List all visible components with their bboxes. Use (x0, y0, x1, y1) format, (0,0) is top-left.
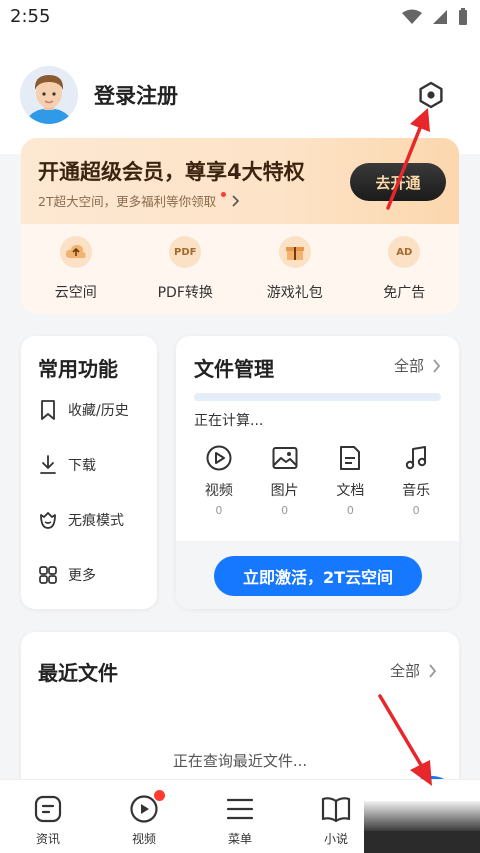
cloud-upload-icon (59, 236, 92, 268)
download-icon (40, 455, 56, 474)
more-item[interactable]: 更多 (38, 564, 96, 586)
tab-label: 视频 (131, 832, 156, 846)
category-count: 0 (281, 504, 289, 517)
vip-benefits: 云空间 PDF PDF转换 游戏礼包 AD 免广告 (21, 236, 459, 306)
file-management-card: 文件管理 全部 正在计算... 视频 0 图片 0 文档 0 音乐 0 立即激活… (176, 336, 459, 609)
benefit-label: 免广告 (383, 285, 426, 301)
benefit-label: PDF转换 (157, 285, 213, 301)
all-label: 全部 (393, 357, 424, 375)
news-icon (34, 795, 62, 823)
chevron-right-icon (433, 358, 441, 373)
benefit-pdf-convert[interactable]: PDF PDF转换 (131, 236, 241, 306)
image-icon (272, 447, 298, 469)
category-label: 图片 (270, 483, 299, 499)
tab-menu[interactable]: 菜单 (192, 780, 288, 853)
benefit-no-ads[interactable]: AD 免广告 (350, 236, 460, 306)
notification-dot (154, 790, 165, 801)
recent-loading-text: 正在查询最近文件... (172, 752, 308, 770)
avatar[interactable] (20, 66, 78, 124)
vip-subtitle-text: 2T超大空间，更多福利等你领取 (38, 194, 217, 209)
battery-icon (459, 8, 467, 25)
wifi-icon (402, 9, 422, 24)
category-image[interactable]: 图片 0 (260, 444, 310, 517)
benefit-label: 云空间 (54, 285, 97, 301)
pdf-icon: PDF (169, 236, 202, 268)
vip-subtitle[interactable]: 2T超大空间，更多福利等你领取 (38, 191, 240, 210)
benefit-cloud-space[interactable]: 云空间 (21, 236, 131, 306)
open-vip-button[interactable]: 去开通 (350, 163, 446, 201)
storage-status: 正在计算... (194, 413, 264, 429)
chevron-right-icon (429, 663, 437, 678)
document-icon (340, 446, 361, 470)
notification-dot (221, 192, 227, 197)
item-label: 更多 (68, 568, 96, 584)
book-icon (321, 797, 351, 823)
gift-icon (278, 236, 311, 268)
file-categories: 视频 0 图片 0 文档 0 音乐 0 (176, 444, 459, 517)
settings-icon[interactable] (416, 80, 446, 110)
category-label: 文档 (336, 483, 365, 499)
status-bar: 2:55 (0, 0, 480, 34)
avatar-icon (20, 66, 78, 124)
common-functions-title: 常用功能 (38, 357, 118, 381)
item-label: 无痕模式 (68, 513, 124, 529)
tab-label: 菜单 (227, 832, 252, 846)
ad-icon: AD (388, 236, 421, 268)
menu-icon (226, 798, 254, 820)
overlay-strip (364, 801, 480, 853)
category-document[interactable]: 文档 0 (325, 444, 375, 517)
activate-cloud-button[interactable]: 立即激活，2T云空间 (214, 556, 422, 596)
vip-title: 开通超级会员，尊享4大特权 (38, 160, 305, 184)
category-count: 0 (412, 504, 420, 517)
video-icon (206, 445, 232, 471)
music-icon (405, 446, 427, 470)
download-item[interactable]: 下载 (38, 454, 96, 476)
bookmark-icon (41, 400, 55, 420)
category-count: 0 (215, 504, 223, 517)
files-all-link[interactable]: 全部 (394, 355, 441, 376)
status-time: 2:55 (10, 6, 51, 27)
vip-banner[interactable]: 开通超级会员，尊享4大特权 2T超大空间，更多福利等你领取 去开通 (21, 138, 459, 224)
file-management-title: 文件管理 (194, 357, 274, 381)
all-label: 全部 (389, 662, 420, 680)
vip-card: 开通超级会员，尊享4大特权 2T超大空间，更多福利等你领取 去开通 云空间 PD… (21, 138, 459, 314)
tab-label: 资讯 (35, 832, 60, 846)
profile-header: 登录注册 (0, 34, 480, 154)
recent-all-link[interactable]: 全部 (390, 660, 437, 681)
benefit-game-gift[interactable]: 游戏礼包 (240, 236, 350, 306)
category-music[interactable]: 音乐 0 (391, 444, 441, 517)
tab-news[interactable]: 资讯 (0, 780, 96, 853)
tab-video[interactable]: 视频 (96, 780, 192, 853)
benefit-label: 游戏礼包 (266, 285, 323, 301)
login-register-link[interactable]: 登录注册 (94, 80, 178, 110)
favorites-history-item[interactable]: 收藏/历史 (38, 399, 129, 421)
category-count: 0 (346, 504, 354, 517)
item-label: 下载 (68, 458, 96, 474)
category-video[interactable]: 视频 0 (194, 444, 244, 517)
category-label: 视频 (204, 483, 233, 499)
signal-icon (433, 10, 447, 24)
storage-progress-bar (194, 393, 441, 401)
chevron-right-icon (232, 194, 240, 207)
recent-files-card: 最近文件 全部 正在查询最近文件... (21, 632, 459, 802)
grid-icon (39, 566, 57, 584)
incognito-icon (40, 512, 56, 529)
category-label: 音乐 (402, 483, 431, 499)
recent-files-title: 最近文件 (38, 661, 118, 685)
item-label: 收藏/历史 (68, 403, 129, 419)
incognito-item[interactable]: 无痕模式 (38, 509, 124, 531)
tab-label: 小说 (323, 832, 348, 846)
common-functions-card: 常用功能 收藏/历史 下载 无痕模式 更多 (21, 336, 157, 609)
